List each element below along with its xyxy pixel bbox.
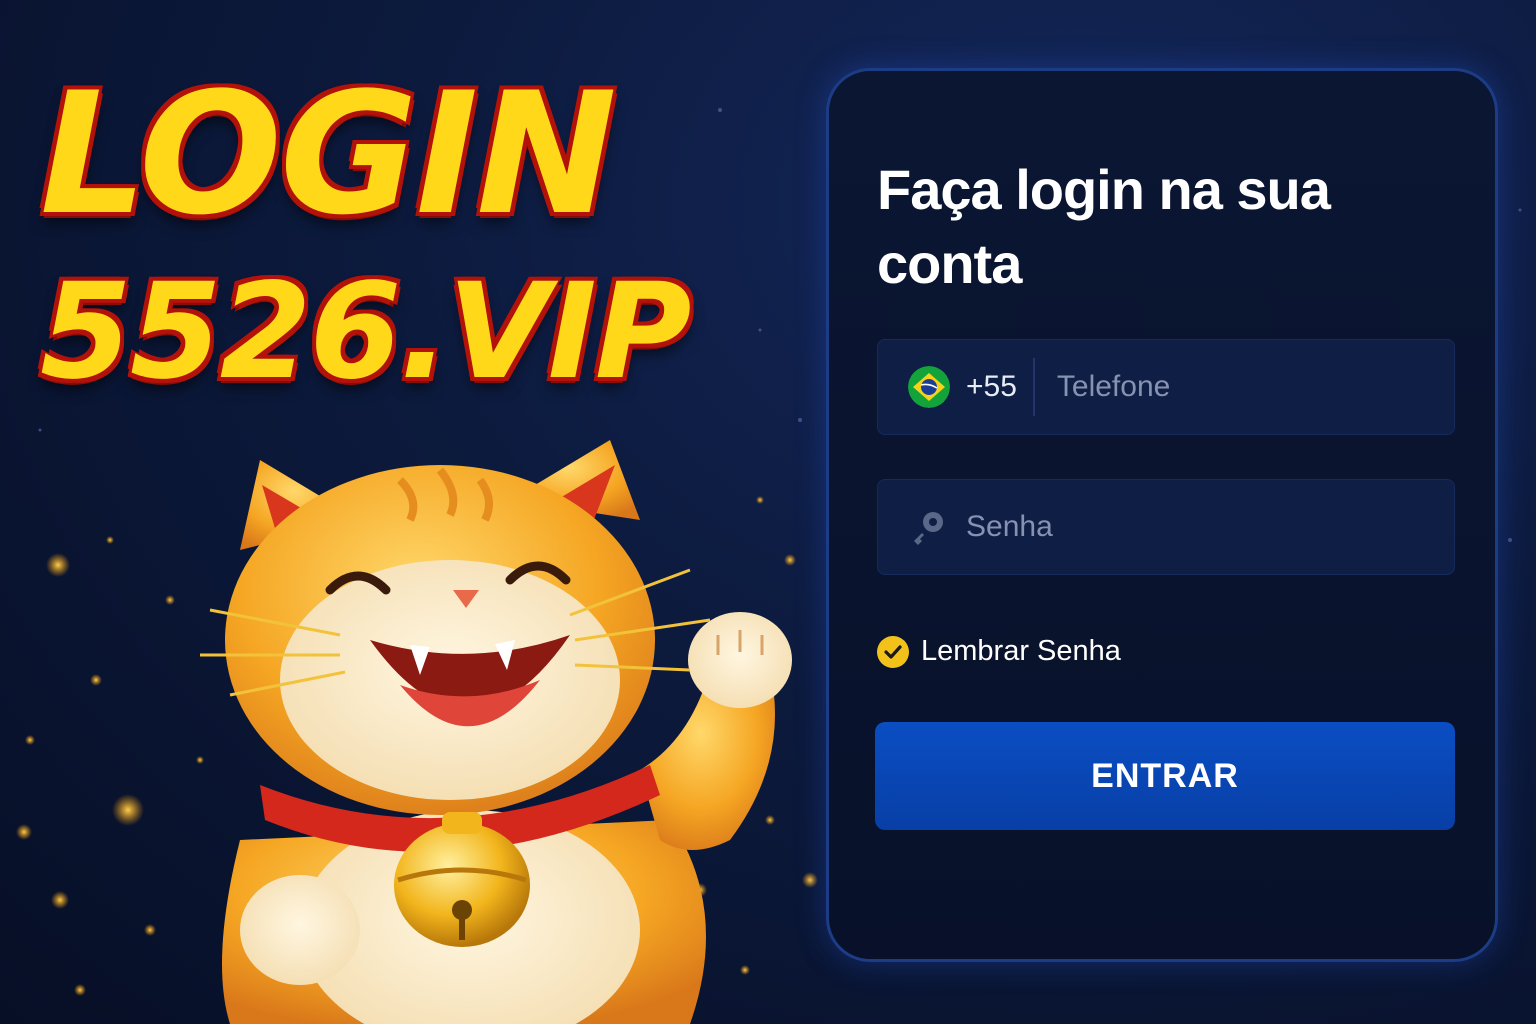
login-title: Faça login na sua conta [877,158,1331,295]
password-field[interactable] [877,479,1455,575]
login-card: Faça login na sua conta +55 Lembrar Senh… [826,68,1498,962]
hero-title: LOGIN 5526.VIP [40,70,760,398]
brazil-flag-icon[interactable] [908,366,950,408]
remember-password-checkbox[interactable]: Lembrar Senha [877,635,1121,668]
remember-password-label[interactable]: Lembrar Senha [921,635,1121,668]
key-icon [914,512,943,545]
password-input[interactable] [964,509,1348,545]
hero-title-login: LOGIN [40,56,617,252]
lucky-cat-mascot [200,440,792,1024]
country-code[interactable]: +55 [966,370,1017,404]
hero-title-domain: 5526.VIP [40,255,692,409]
phone-field[interactable]: +55 [877,339,1455,435]
field-divider [1032,358,1035,416]
check-circle-icon[interactable] [877,635,909,668]
enter-button[interactable]: ENTRAR [875,722,1455,830]
phone-input[interactable] [1054,369,1439,405]
